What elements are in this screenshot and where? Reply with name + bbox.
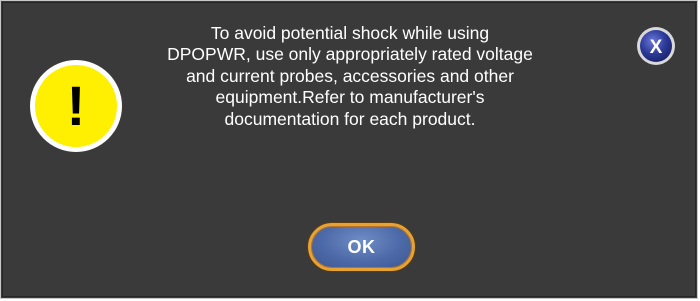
ok-button[interactable]: OK [308, 223, 415, 271]
warning-dialog: ! To avoid potential shock while using D… [0, 0, 698, 299]
ok-button-label: OK [347, 236, 376, 257]
dialog-message: To avoid potential shock while using DPO… [167, 23, 533, 129]
close-button[interactable]: X [636, 26, 676, 66]
warning-glyph: ! [67, 74, 86, 137]
warning-icon: ! [30, 60, 122, 152]
close-icon: X [650, 37, 663, 58]
